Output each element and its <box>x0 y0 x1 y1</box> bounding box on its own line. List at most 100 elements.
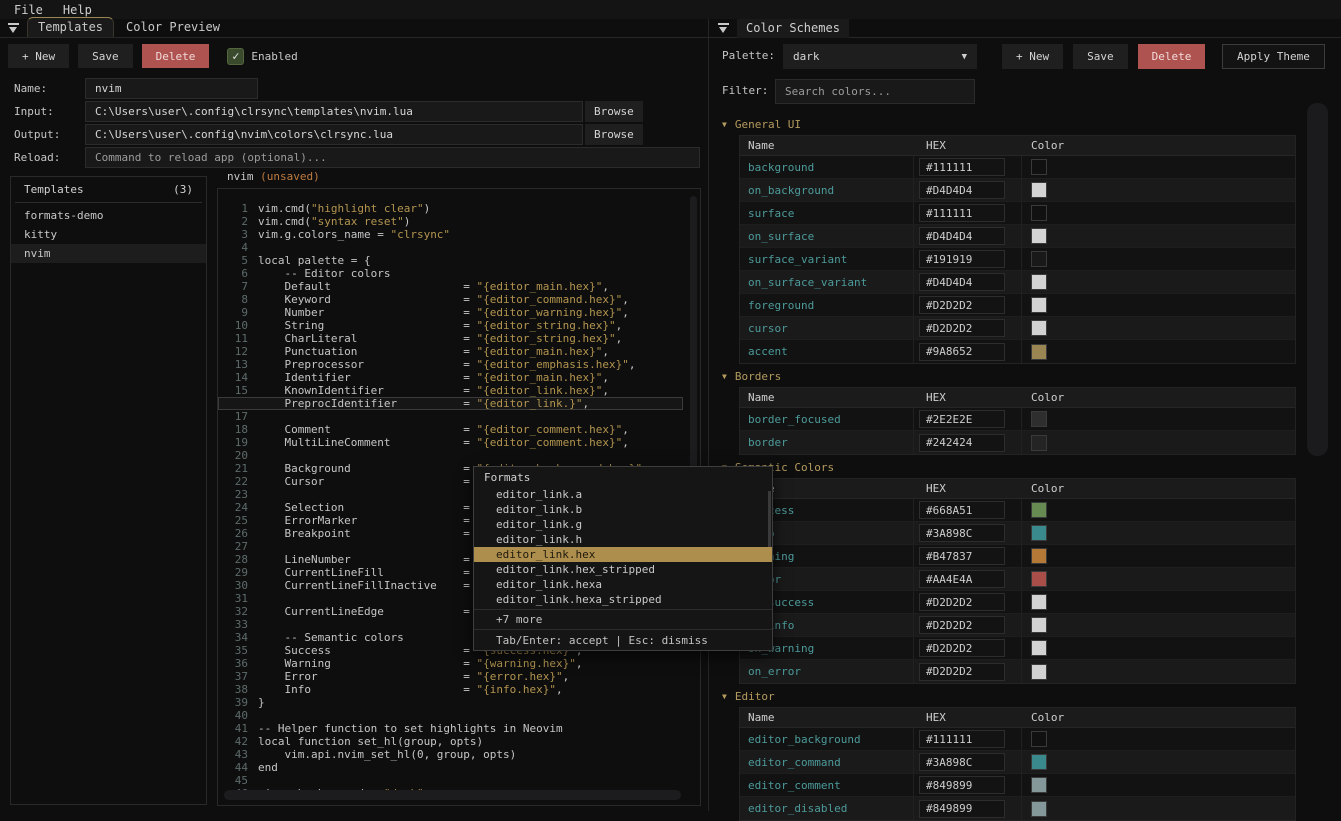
hex-value-field[interactable]: #AA4E4A <box>919 570 1005 588</box>
color-swatch[interactable] <box>1031 777 1047 793</box>
color-row[interactable]: error#AA4E4A <box>740 568 1295 591</box>
code-line[interactable]: 19 MultiLineComment = "{editor_comment.h… <box>218 436 683 449</box>
tab-templates[interactable]: Templates <box>27 17 114 37</box>
section-header[interactable]: ▼Semantic Colors <box>722 461 1308 474</box>
color-row[interactable]: on_surface_variant#D4D4D4 <box>740 271 1295 294</box>
hex-value-field[interactable]: #849899 <box>919 776 1005 794</box>
new-palette-button[interactable]: + New <box>1002 44 1063 69</box>
code-line[interactable]: 20 <box>218 449 683 462</box>
color-swatch[interactable] <box>1031 159 1047 175</box>
code-line[interactable]: 8 Keyword = "{editor_command.hex}", <box>218 293 683 306</box>
code-line[interactable]: 6 -- Editor colors <box>218 267 683 280</box>
hex-value-field[interactable]: #3A898C <box>919 753 1005 771</box>
hex-value-field[interactable]: #D2D2D2 <box>919 593 1005 611</box>
color-swatch[interactable] <box>1031 274 1047 290</box>
autocomplete-item[interactable]: editor_link.hex_stripped <box>474 562 772 577</box>
color-row[interactable]: foreground#D2D2D2 <box>740 294 1295 317</box>
color-filter-input[interactable] <box>775 79 975 104</box>
save-palette-button[interactable]: Save <box>1073 44 1128 69</box>
reload-command-field[interactable] <box>85 147 700 168</box>
autocomplete-item[interactable]: editor_link.hex <box>474 547 772 562</box>
code-line[interactable]: 10 String = "{editor_string.hex}", <box>218 319 683 332</box>
code-line[interactable]: 41-- Helper function to set highlights i… <box>218 722 683 735</box>
input-browse-button[interactable]: Browse <box>585 101 643 122</box>
color-row[interactable]: border_focused#2E2E2E <box>740 408 1295 431</box>
color-row[interactable]: on_success#D2D2D2 <box>740 591 1295 614</box>
code-line[interactable]: 3vim.g.colors_name = "clrsync" <box>218 228 683 241</box>
hex-value-field[interactable]: #D2D2D2 <box>919 616 1005 634</box>
hex-value-field[interactable]: #111111 <box>919 730 1005 748</box>
color-row[interactable]: warning#B47837 <box>740 545 1295 568</box>
save-template-button[interactable]: Save <box>78 44 133 68</box>
code-line[interactable]: 37 Error = "{error.hex}", <box>218 670 683 683</box>
autocomplete-item[interactable]: editor_link.a <box>474 487 772 502</box>
color-swatch[interactable] <box>1031 640 1047 656</box>
autocomplete-item[interactable]: editor_link.h <box>474 532 772 547</box>
code-line[interactable]: 7 Default = "{editor_main.hex}", <box>218 280 683 293</box>
color-swatch[interactable] <box>1031 297 1047 313</box>
template-list-item[interactable]: nvim <box>11 244 206 263</box>
menu-item-help[interactable]: Help <box>63 3 92 17</box>
code-line[interactable]: PreprocIdentifier = "{editor_link.}", <box>218 397 683 410</box>
collapse-panel-icon[interactable] <box>718 23 729 33</box>
color-swatch[interactable] <box>1031 548 1047 564</box>
color-swatch[interactable] <box>1031 344 1047 360</box>
autocomplete-item[interactable]: editor_link.hexa_stripped <box>474 592 772 607</box>
hex-value-field[interactable]: #191919 <box>919 250 1005 268</box>
color-swatch[interactable] <box>1031 617 1047 633</box>
code-line[interactable]: 4 <box>218 241 683 254</box>
autocomplete-item[interactable]: editor_link.b <box>474 502 772 517</box>
color-swatch[interactable] <box>1031 525 1047 541</box>
code-line[interactable]: 17 <box>218 410 683 423</box>
color-row[interactable]: editor_disabled#849899 <box>740 797 1295 820</box>
output-path-field[interactable] <box>85 124 583 145</box>
hex-value-field[interactable]: #3A898C <box>919 524 1005 542</box>
color-row[interactable]: border#242424 <box>740 431 1295 454</box>
color-row[interactable]: info#3A898C <box>740 522 1295 545</box>
autocomplete-more-item[interactable]: +7 more <box>474 612 772 627</box>
apply-theme-button[interactable]: Apply Theme <box>1222 44 1325 69</box>
enabled-checkbox[interactable]: ✓ <box>227 48 244 65</box>
code-line[interactable]: 1vim.cmd("highlight clear") <box>218 202 683 215</box>
autocomplete-item[interactable]: editor_link.g <box>474 517 772 532</box>
menu-item-file[interactable]: File <box>14 3 43 17</box>
color-row[interactable]: success#668A51 <box>740 499 1295 522</box>
code-line[interactable]: 13 Preprocessor = "{editor_emphasis.hex}… <box>218 358 683 371</box>
hex-value-field[interactable]: #849899 <box>919 800 1005 818</box>
editor-horizontal-scrollbar[interactable] <box>224 790 681 800</box>
color-swatch[interactable] <box>1031 251 1047 267</box>
hex-value-field[interactable]: #D4D4D4 <box>919 181 1005 199</box>
code-line[interactable]: 38 Info = "{info.hex}", <box>218 683 683 696</box>
code-line[interactable]: 9 Number = "{editor_warning.hex}", <box>218 306 683 319</box>
hex-value-field[interactable]: #D2D2D2 <box>919 663 1005 681</box>
color-swatch[interactable] <box>1031 411 1047 427</box>
input-path-field[interactable] <box>85 101 583 122</box>
hex-value-field[interactable]: #9A8652 <box>919 343 1005 361</box>
hex-value-field[interactable]: #B47837 <box>919 547 1005 565</box>
color-row[interactable]: accent#9A8652 <box>740 340 1295 363</box>
color-swatch[interactable] <box>1031 731 1047 747</box>
code-line[interactable]: 2vim.cmd("syntax reset") <box>218 215 683 228</box>
color-swatch[interactable] <box>1031 754 1047 770</box>
template-list-item[interactable]: formats-demo <box>11 206 206 225</box>
hex-value-field[interactable]: #2E2E2E <box>919 410 1005 428</box>
palette-dropdown[interactable]: dark ▼ <box>783 44 977 69</box>
color-row[interactable]: background#111111 <box>740 156 1295 179</box>
hex-value-field[interactable]: #111111 <box>919 158 1005 176</box>
code-line[interactable]: 40 <box>218 709 683 722</box>
color-row[interactable]: editor_command#3A898C <box>740 751 1295 774</box>
hex-value-field[interactable]: #242424 <box>919 434 1005 452</box>
hex-value-field[interactable]: #668A51 <box>919 501 1005 519</box>
hex-value-field[interactable]: #111111 <box>919 204 1005 222</box>
code-line[interactable]: 15 KnownIdentifier = "{editor_link.hex}"… <box>218 384 683 397</box>
code-line[interactable]: 45 <box>218 774 683 787</box>
color-row[interactable]: editor_comment#849899 <box>740 774 1295 797</box>
color-swatch[interactable] <box>1031 801 1047 817</box>
color-swatch[interactable] <box>1031 594 1047 610</box>
color-swatch[interactable] <box>1031 571 1047 587</box>
color-row[interactable]: on_info#D2D2D2 <box>740 614 1295 637</box>
color-row[interactable]: on_error#D2D2D2 <box>740 660 1295 683</box>
panel-vertical-scrollbar[interactable] <box>1307 103 1328 456</box>
delete-template-button[interactable]: Delete <box>142 44 210 68</box>
collapse-panel-icon[interactable] <box>8 23 19 33</box>
